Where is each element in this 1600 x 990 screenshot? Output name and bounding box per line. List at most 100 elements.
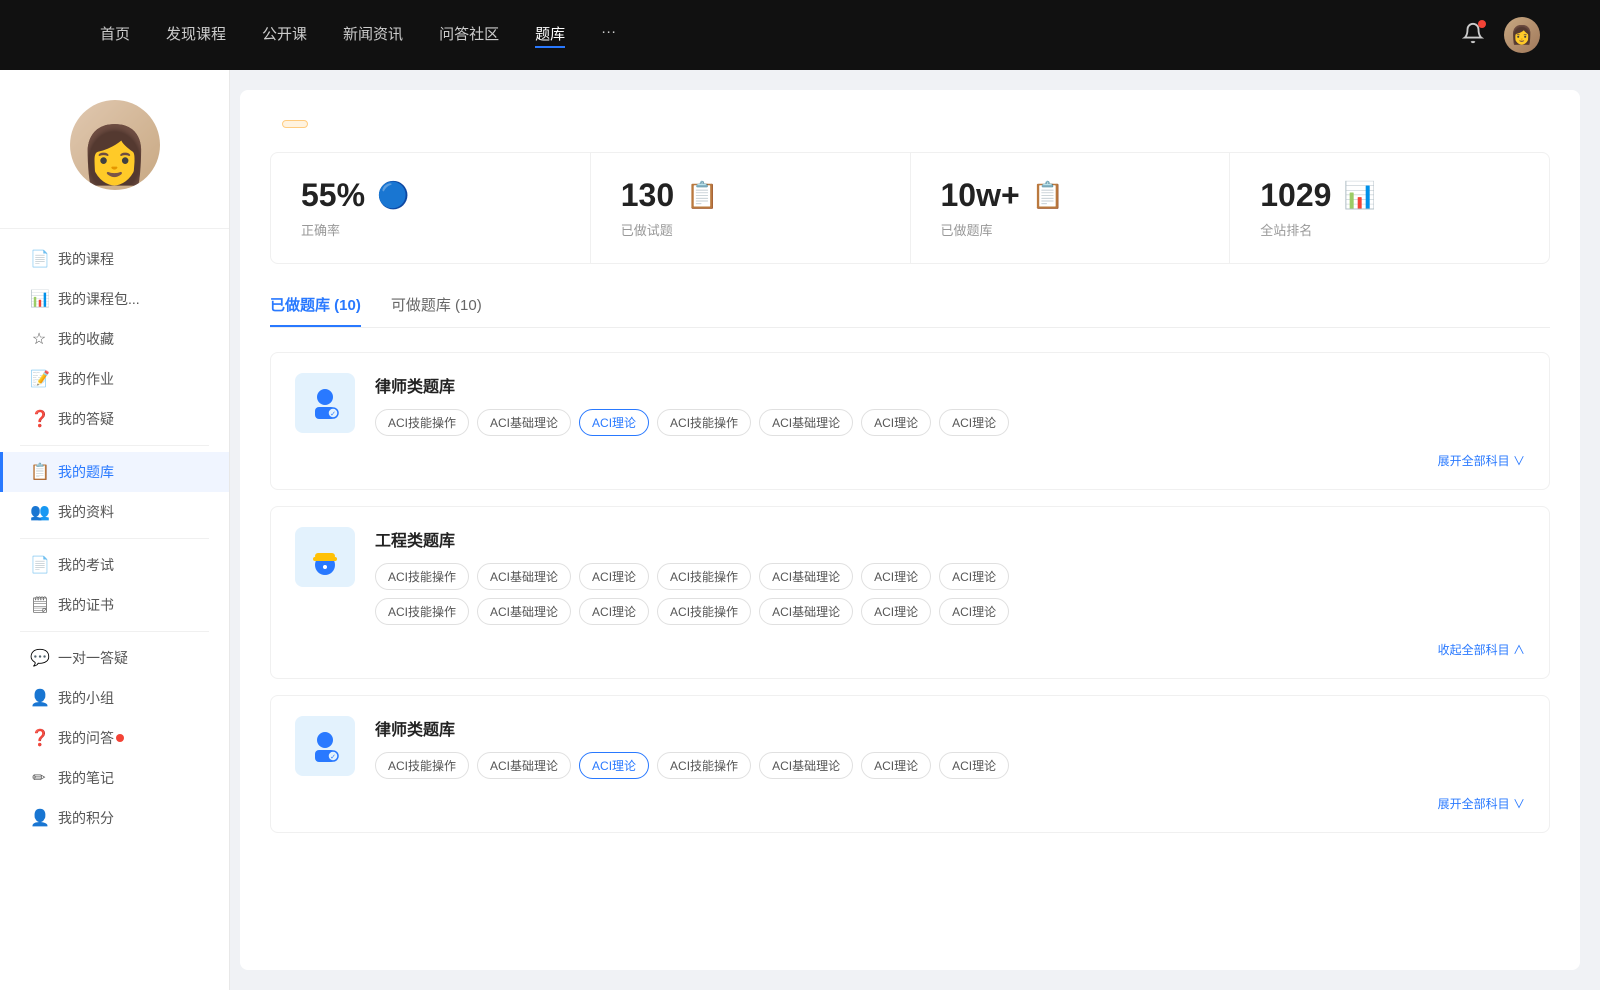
stat-item: 10w+ 📋 已做题库 bbox=[911, 153, 1231, 263]
sidebar-label: 我的收藏 bbox=[58, 329, 114, 349]
stats-row: 55% 🔵 正确率 130 📋 已做试题 10w+ 📋 已做题库 1029 📊 … bbox=[270, 152, 1550, 264]
sidebar-label: 一对一答疑 bbox=[58, 648, 128, 668]
stat-label: 已做试题 bbox=[621, 220, 880, 239]
tag[interactable]: ACI理论 bbox=[579, 598, 649, 625]
stat-icon: 🔵 bbox=[377, 180, 409, 211]
sidebar-label: 我的笔记 bbox=[58, 768, 114, 788]
nav-item-新闻资讯[interactable]: 新闻资讯 bbox=[343, 23, 403, 48]
tag[interactable]: ACI理论 bbox=[939, 598, 1009, 625]
tag[interactable]: ACI技能操作 bbox=[375, 563, 469, 590]
nav-item-题库[interactable]: 题库 bbox=[535, 23, 565, 48]
sidebar-item-我的积分[interactable]: 👤 我的积分 bbox=[0, 798, 229, 838]
tag[interactable]: ACI理论 bbox=[861, 563, 931, 590]
stat-top: 55% 🔵 bbox=[301, 177, 560, 214]
sidebar-icon: 📝 bbox=[30, 369, 48, 389]
tag[interactable]: ACI理论 bbox=[579, 409, 649, 436]
sidebar-label: 我的考试 bbox=[58, 555, 114, 575]
stat-icon: 📊 bbox=[1343, 180, 1375, 211]
tag[interactable]: ACI理论 bbox=[939, 563, 1009, 590]
bank-card: 工程类题库 ACI技能操作 ACI基础理论 ACI理论 ACI技能操作 ACI基础理论 AC… bbox=[270, 506, 1550, 679]
tag[interactable]: ACI技能操作 bbox=[657, 598, 751, 625]
sidebar-label: 我的资料 bbox=[58, 502, 114, 522]
sidebar-label: 我的积分 bbox=[58, 808, 114, 828]
tag[interactable]: ACI技能操作 bbox=[657, 409, 751, 436]
sidebar-item-我的考试[interactable]: 📄 我的考试 bbox=[0, 545, 229, 585]
sidebar-label: 我的题库 bbox=[58, 462, 114, 482]
nav-item-···[interactable]: ··· bbox=[601, 23, 616, 48]
sidebar-item-我的小组[interactable]: 👤 我的小组 bbox=[0, 678, 229, 718]
sidebar-item-我的证书[interactable]: 🗒我的证书 bbox=[0, 585, 229, 625]
nav-item-首页[interactable]: 首页 bbox=[100, 23, 130, 48]
tab-已做题库 (10)[interactable]: 已做题库 (10) bbox=[270, 294, 361, 327]
tag[interactable]: ACI基础理论 bbox=[477, 563, 571, 590]
sidebar-item-我的笔记[interactable]: ✏我的笔记 bbox=[0, 758, 229, 798]
svg-text:✓: ✓ bbox=[330, 754, 336, 761]
tag[interactable]: ACI基础理论 bbox=[477, 598, 571, 625]
page-wrapper: 👩 📄我的课程📊我的课程包...☆我的收藏📝我的作业❓我的答疑📋我的题库👥我的资… bbox=[0, 70, 1600, 990]
avatar[interactable]: 👩 bbox=[1504, 17, 1540, 53]
tag[interactable]: ACI理论 bbox=[939, 752, 1009, 779]
expand-link[interactable]: 展开全部科目 ∨ bbox=[295, 452, 1525, 469]
tag[interactable]: ACI基础理论 bbox=[477, 409, 571, 436]
tab-可做题库 (10)[interactable]: 可做题库 (10) bbox=[391, 294, 482, 327]
tag[interactable]: ACI理论 bbox=[579, 563, 649, 590]
stat-value: 55% bbox=[301, 177, 365, 214]
trial-badge bbox=[282, 120, 308, 128]
tag[interactable]: ACI技能操作 bbox=[657, 563, 751, 590]
sidebar-divider bbox=[20, 631, 209, 632]
tag[interactable]: ACI理论 bbox=[861, 598, 931, 625]
tag[interactable]: ACI基础理论 bbox=[759, 409, 853, 436]
stat-item: 55% 🔵 正确率 bbox=[271, 153, 591, 263]
stat-top: 10w+ 📋 bbox=[941, 177, 1200, 214]
stat-value: 10w+ bbox=[941, 177, 1020, 214]
svg-text:✓: ✓ bbox=[330, 411, 336, 418]
nav-item-发现课程[interactable]: 发现课程 bbox=[166, 23, 226, 48]
tag[interactable]: ACI理论 bbox=[861, 409, 931, 436]
sidebar-icon: 📄 bbox=[30, 555, 48, 575]
sidebar-icon: 👤 bbox=[30, 808, 48, 828]
sidebar-item-我的作业[interactable]: 📝我的作业 bbox=[0, 359, 229, 399]
sidebar-menu: 📄我的课程📊我的课程包... ☆ 我的收藏 📝我的作业❓我的答疑 📋我的题库👥我的资料 📄… bbox=[0, 229, 229, 848]
tag[interactable]: ACI理论 bbox=[939, 409, 1009, 436]
main-content: 55% 🔵 正确率 130 📋 已做试题 10w+ 📋 已做题库 1029 📊 … bbox=[240, 90, 1580, 970]
bank-title: 工程类题库 bbox=[375, 527, 1525, 551]
tag[interactable]: ACI技能操作 bbox=[375, 752, 469, 779]
tag[interactable]: ACI技能操作 bbox=[375, 598, 469, 625]
tag[interactable]: ACI基础理论 bbox=[759, 563, 853, 590]
tag[interactable]: ACI技能操作 bbox=[375, 409, 469, 436]
sidebar-item-一对一答疑[interactable]: 💬 一对一答疑 bbox=[0, 638, 229, 678]
stat-label: 已做题库 bbox=[941, 220, 1200, 239]
nav-item-问答社区[interactable]: 问答社区 bbox=[439, 23, 499, 48]
bank-card: ✓律师类题库ACI技能操作ACI基础理论ACI理论ACI技能操作ACI基础理论A… bbox=[270, 352, 1550, 490]
tag[interactable]: ACI基础理论 bbox=[759, 752, 853, 779]
sidebar-item-我的问答[interactable]: ❓我的问答 bbox=[0, 718, 229, 758]
tag[interactable]: ACI基础理论 bbox=[477, 752, 571, 779]
sidebar-icon: 💬 bbox=[30, 648, 48, 668]
sidebar-label: 我的证书 bbox=[58, 595, 114, 615]
bank-title-area: 律师类题库ACI技能操作ACI基础理论ACI理论ACI技能操作ACI基础理论AC… bbox=[375, 716, 1525, 779]
collapse-link[interactable]: 收起全部科目 ∧ bbox=[295, 641, 1525, 658]
bank-card-header: 工程类题库 ACI技能操作 ACI基础理论 ACI理论 ACI技能操作 ACI基础理论 AC… bbox=[295, 527, 1525, 625]
sidebar-label: 我的小组 bbox=[58, 688, 114, 708]
tag[interactable]: ACI基础理论 bbox=[759, 598, 853, 625]
notification-bell[interactable] bbox=[1462, 22, 1484, 49]
tag[interactable]: ACI技能操作 bbox=[657, 752, 751, 779]
expand-link[interactable]: 展开全部科目 ∨ bbox=[295, 795, 1525, 812]
nav-item-公开课[interactable]: 公开课 bbox=[262, 23, 307, 48]
sidebar-item-我的答疑[interactable]: ❓我的答疑 bbox=[0, 399, 229, 439]
profile-avatar: 👩 bbox=[70, 100, 160, 190]
sidebar-icon: 👤 bbox=[30, 688, 48, 708]
stat-icon: 📋 bbox=[1032, 180, 1064, 211]
tag[interactable]: ACI理论 bbox=[861, 752, 931, 779]
sidebar-icon: 📄 bbox=[30, 249, 48, 269]
sidebar-item-我的课程[interactable]: 📄我的课程 bbox=[0, 239, 229, 279]
sidebar-item-我的题库[interactable]: 📋我的题库 bbox=[0, 452, 229, 492]
sidebar-item-我的收藏[interactable]: ☆ 我的收藏 bbox=[0, 319, 229, 359]
menu-badge-dot bbox=[116, 734, 124, 742]
sidebar-icon: ☆ bbox=[30, 329, 48, 349]
bank-card-header: ✓律师类题库ACI技能操作ACI基础理论ACI理论ACI技能操作ACI基础理论A… bbox=[295, 716, 1525, 779]
sidebar-item-我的课程包...[interactable]: 📊我的课程包... bbox=[0, 279, 229, 319]
tag[interactable]: ACI理论 bbox=[579, 752, 649, 779]
tabs-row: 已做题库 (10) 可做题库 (10) bbox=[270, 294, 1550, 328]
sidebar-item-我的资料[interactable]: 👥我的资料 bbox=[0, 492, 229, 532]
